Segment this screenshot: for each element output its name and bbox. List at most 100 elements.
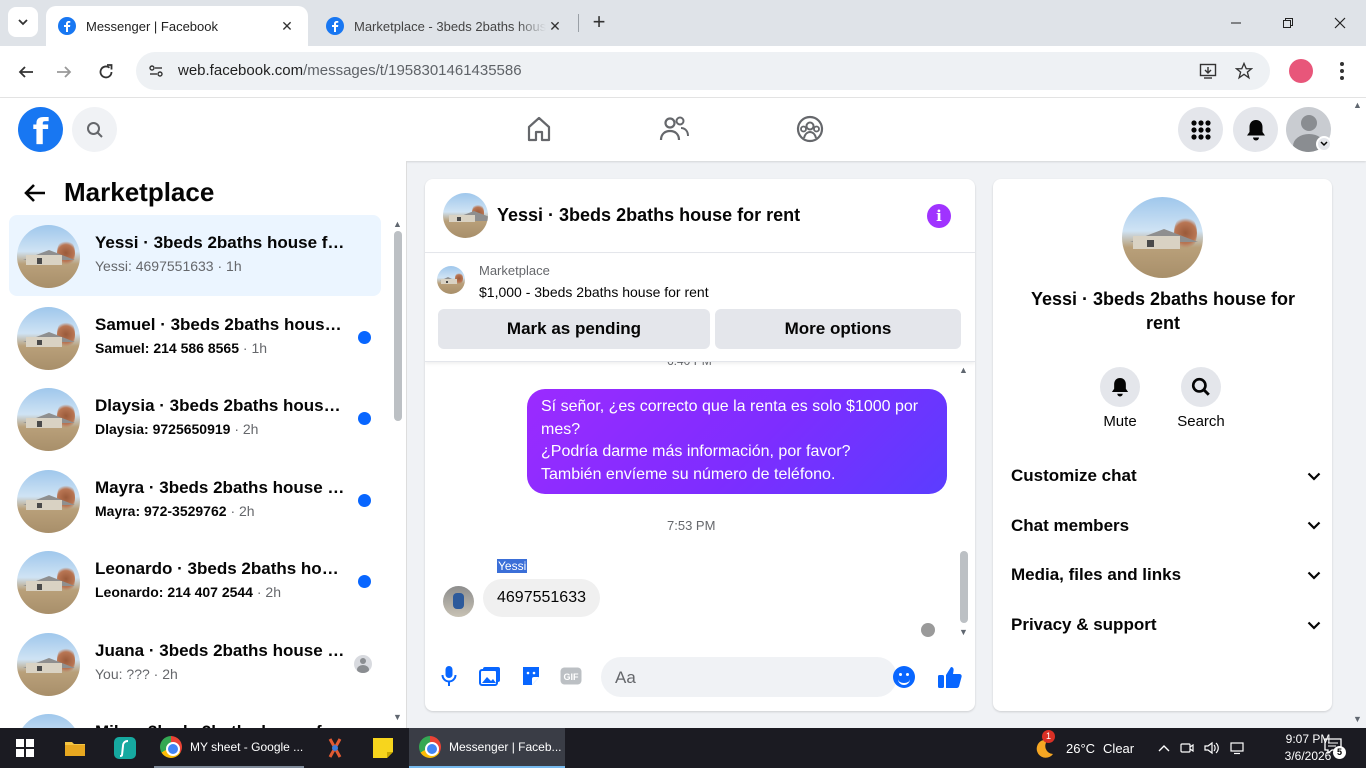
page-scroll-up-arrow[interactable]: ▲	[1353, 100, 1362, 110]
mute-bell-icon[interactable]	[1100, 367, 1140, 407]
nav-friends[interactable]	[657, 112, 691, 146]
reload-button[interactable]	[92, 58, 120, 86]
network-icon[interactable]	[1230, 741, 1246, 755]
install-app-icon[interactable]	[1198, 61, 1218, 81]
incoming-message-bubble[interactable]: 4697551633	[483, 579, 600, 617]
chevron-up-icon[interactable]	[1158, 744, 1170, 752]
chat-scroll-down-arrow[interactable]: ▼	[959, 627, 968, 637]
friends-icon	[659, 116, 689, 141]
taskbar-item-label: Messenger | Faceb...	[449, 740, 562, 754]
weather-widget[interactable]: 1 26°C Clear	[1032, 728, 1134, 768]
conversation-preview: Dlaysia: 9725650919 · 2h	[95, 421, 258, 437]
app-launcher-button[interactable]	[112, 728, 138, 768]
conversation-item[interactable]: Dlaysia · 3beds 2baths house f... Dlaysia…	[9, 378, 381, 459]
conversation-item[interactable]: Yessi · 3beds 2baths house for r... Yessi…	[9, 215, 381, 296]
new-tab-button[interactable]: +	[588, 10, 610, 34]
listing-thumbnail[interactable]	[437, 266, 465, 294]
conversation-thumbnail	[17, 469, 80, 533]
conversation-name: Samuel · 3beds 2baths house f...	[95, 314, 345, 334]
maximize-button[interactable]	[1262, 0, 1314, 46]
chat-scroll-up-arrow[interactable]: ▲	[959, 365, 968, 375]
browser-menu-icon[interactable]	[1330, 58, 1354, 84]
file-explorer-button[interactable]	[62, 728, 88, 768]
taskbar-google-sheets[interactable]: MY sheet - Google ...	[154, 728, 304, 768]
message-input[interactable]: Aa	[601, 657, 915, 697]
sticky-notes-button[interactable]	[370, 728, 396, 768]
browser-tab-messenger[interactable]: Messenger | Facebook ✕	[46, 6, 308, 46]
tab-search-button[interactable]	[8, 7, 38, 37]
browser-profile-avatar[interactable]	[1289, 59, 1313, 83]
info-section-row[interactable]: Privacy & support	[1011, 610, 1321, 640]
left-scrollbar-thumb[interactable]	[394, 231, 402, 421]
nav-home[interactable]	[522, 112, 556, 146]
sender-avatar[interactable]	[443, 586, 474, 617]
emoji-icon[interactable]	[893, 666, 915, 688]
thumbs-up-icon[interactable]	[937, 664, 963, 690]
bookmark-star-icon[interactable]	[1234, 61, 1254, 81]
photo-icon[interactable]	[479, 665, 501, 687]
info-section-row[interactable]: Media, files and links	[1011, 560, 1321, 590]
back-button[interactable]	[12, 58, 40, 86]
more-options-button[interactable]: More options	[715, 309, 961, 349]
conversation-item[interactable]: Samuel · 3beds 2baths house f... Samuel: …	[9, 297, 381, 378]
facebook-favicon-icon	[58, 17, 76, 35]
info-section-row[interactable]: Chat members	[1011, 511, 1321, 541]
outgoing-message-bubble[interactable]: Sí señor, ¿es correcto que la renta es s…	[527, 389, 947, 494]
conversation-name: Yessi · 3beds 2baths house for r...	[95, 233, 345, 252]
conversation-item[interactable]: Mike · 3beds 2baths house for r...	[9, 704, 381, 728]
info-icon[interactable]: i	[927, 204, 951, 228]
conversation-item[interactable]: Leonardo · 3beds 2baths hous... Leonardo:…	[9, 541, 381, 622]
chat-title[interactable]: Yessi · 3beds 2baths house for rent	[497, 205, 800, 226]
info-section-label: Media, files and links	[1011, 565, 1182, 585]
chrome-icon	[160, 736, 182, 758]
account-chevron-icon[interactable]	[1316, 136, 1332, 152]
forward-button[interactable]	[50, 58, 78, 86]
volume-icon[interactable]	[1204, 741, 1220, 755]
system-tray	[1158, 728, 1246, 768]
search-icon[interactable]	[1181, 367, 1221, 407]
info-listing-thumbnail[interactable]	[1122, 197, 1203, 278]
menu-button[interactable]	[1178, 107, 1223, 152]
nav-groups[interactable]	[793, 112, 827, 146]
page-scroll-down-arrow[interactable]: ▼	[1353, 714, 1362, 724]
meet-now-icon[interactable]	[1180, 741, 1194, 755]
facebook-logo[interactable]: f	[18, 107, 63, 153]
scroll-up-arrow[interactable]: ▲	[393, 219, 402, 229]
start-button[interactable]	[12, 728, 38, 768]
browser-tab-strip: Messenger | Facebook ✕ Marketplace - 3be…	[0, 0, 1366, 46]
chat-listing-thumbnail[interactable]	[443, 193, 488, 238]
seen-avatar-icon	[354, 654, 372, 673]
message-line: mes?	[541, 420, 581, 438]
address-bar[interactable]: web.facebook.com/messages/t/195830146143…	[136, 52, 1270, 90]
info-section-row[interactable]: Customize chat	[1011, 461, 1321, 491]
taskbar-app-button[interactable]	[322, 728, 348, 768]
mark-as-pending-button[interactable]: Mark as pending	[438, 309, 710, 349]
back-arrow-icon[interactable]	[24, 183, 46, 203]
notification-center-button[interactable]: 5	[1324, 728, 1346, 768]
listing-price-title[interactable]: $1,000 - 3beds 2baths house for rent	[479, 284, 709, 300]
site-settings-icon[interactable]	[146, 61, 166, 81]
conversation-item[interactable]: Juana · 3beds 2baths house fo... You: ???…	[9, 623, 381, 704]
preview-time: · 2h	[234, 421, 259, 437]
minimize-button[interactable]	[1210, 0, 1262, 46]
conversation-item[interactable]: Mayra · 3beds 2baths house fo... Mayra: 9…	[9, 460, 381, 541]
close-tab-icon[interactable]: ✕	[278, 17, 296, 35]
preview-time: · 2h	[230, 502, 255, 519]
close-window-button[interactable]	[1314, 0, 1366, 46]
notifications-button[interactable]	[1233, 107, 1278, 152]
chat-window: Yessi · 3beds 2baths house for rent i 6:…	[425, 179, 975, 711]
taskbar-messenger[interactable]: Messenger | Faceb...	[409, 728, 565, 768]
chat-scrollbar-thumb[interactable]	[960, 551, 968, 623]
gif-icon[interactable]: GIF	[560, 665, 582, 687]
mute-action[interactable]: Mute	[1090, 367, 1150, 430]
close-tab-icon[interactable]: ✕	[546, 17, 564, 35]
browser-tab-marketplace[interactable]: Marketplace - 3beds 2baths house ✕	[314, 6, 576, 46]
microphone-icon[interactable]	[438, 665, 460, 687]
sticker-icon[interactable]	[520, 665, 542, 687]
facebook-header: f	[0, 98, 1366, 161]
search-action[interactable]: Search	[1171, 367, 1231, 430]
scroll-down-arrow[interactable]: ▼	[393, 712, 402, 722]
left-panel-header: Marketplace	[24, 177, 214, 208]
conversation-thumbnail	[17, 388, 80, 451]
facebook-search-button[interactable]	[72, 107, 117, 152]
